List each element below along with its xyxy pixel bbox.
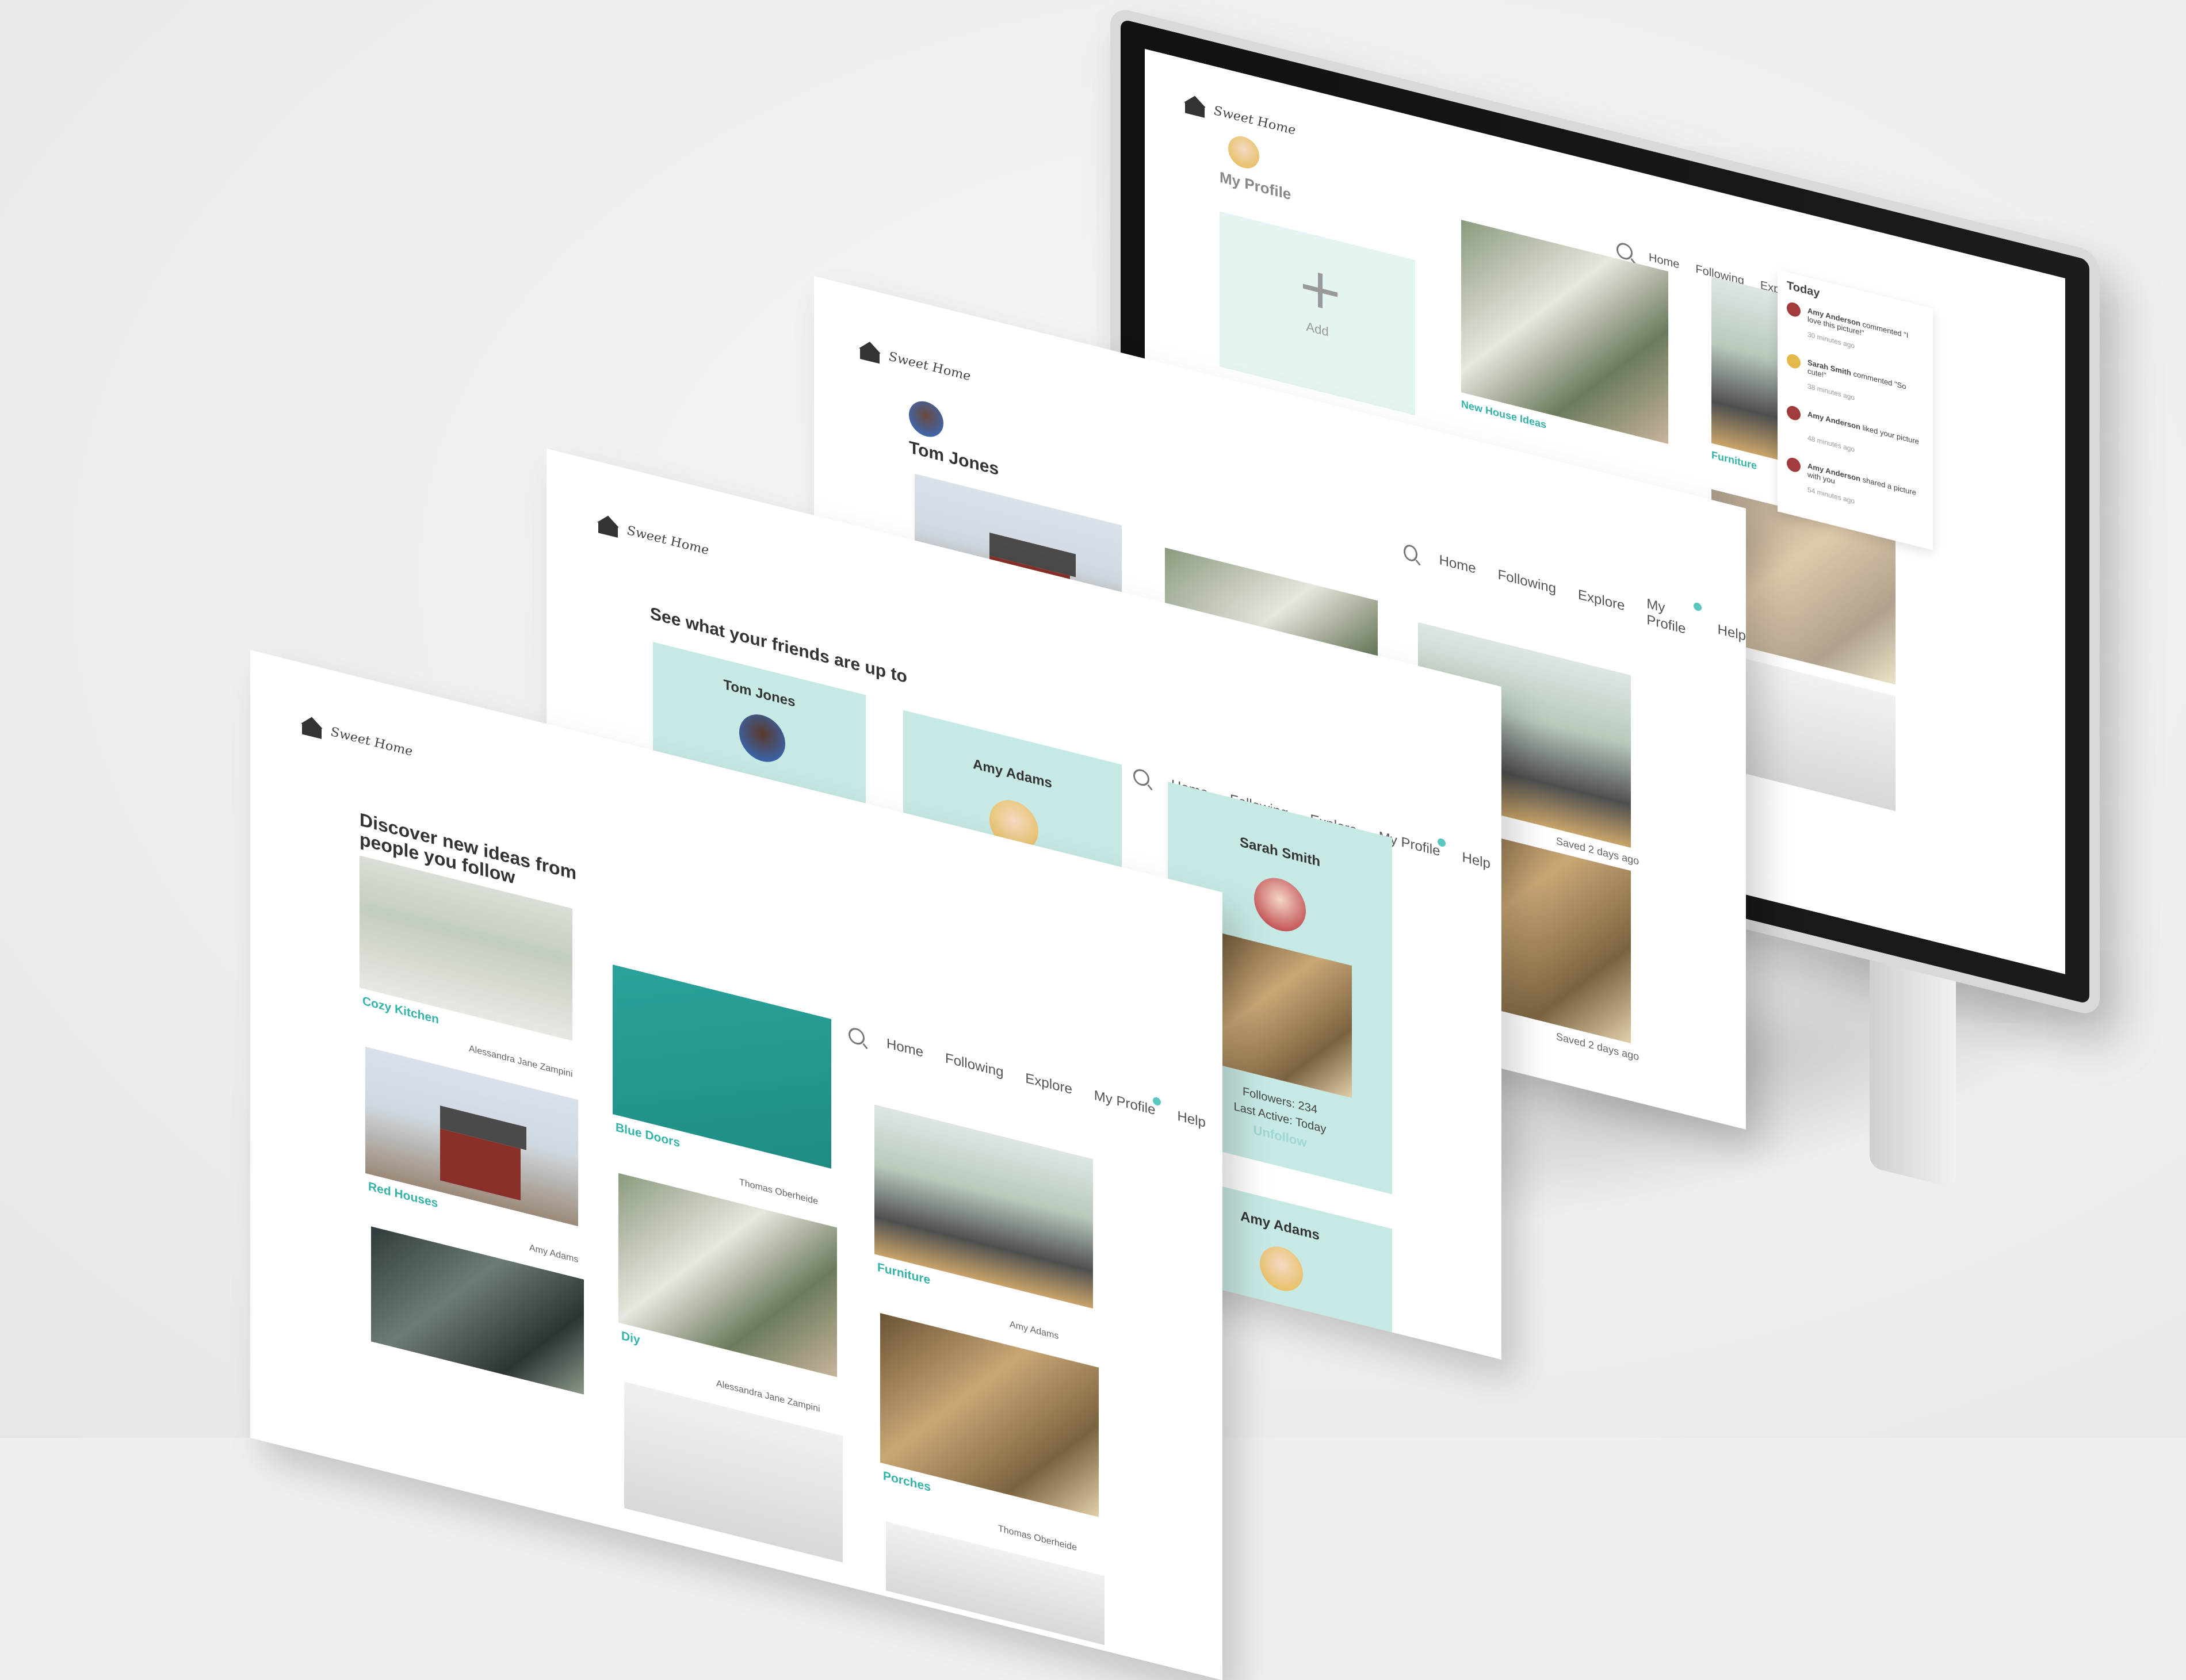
profile-avatar[interactable] [909, 397, 943, 441]
avatar [1787, 301, 1801, 319]
notification-text: liked your picture [1862, 423, 1919, 446]
logo[interactable]: Sweet Home [860, 339, 970, 386]
brand-name: Sweet Home [1214, 103, 1296, 138]
nav-following[interactable]: Following [1498, 567, 1556, 597]
search-icon[interactable] [849, 1026, 865, 1047]
notification-time: 48 minutes ago [1807, 434, 1855, 454]
friend-pins-preview [1208, 929, 1352, 1099]
profile-title: My Profile [1220, 168, 1291, 204]
pin-image[interactable] [886, 1521, 1105, 1645]
notification-item[interactable]: Amy Anderson commented "I love this pict… [1807, 306, 1923, 352]
pin-caption[interactable]: Diy [621, 1329, 640, 1348]
pin-author[interactable]: Amy Adams [529, 1243, 578, 1265]
brand-name: Sweet Home [627, 523, 709, 558]
avatar [1260, 1242, 1303, 1296]
logo[interactable]: Sweet Home [1185, 93, 1295, 140]
logo[interactable]: Sweet Home [598, 513, 709, 560]
house-logo-icon [598, 513, 618, 537]
monitor-stand [1870, 960, 1956, 1189]
brand-name: Sweet Home [889, 349, 971, 384]
notifications-heading: Today [1787, 279, 1820, 300]
house-logo-icon [1185, 93, 1205, 117]
pin-author[interactable]: Amy Adams [1010, 1319, 1058, 1342]
search-icon[interactable] [1404, 543, 1417, 563]
pin-author[interactable]: Alessandra Jane Zampini [469, 1044, 573, 1080]
nav-explore[interactable]: Explore [1578, 587, 1625, 614]
notification-user: Amy Anderson [1807, 410, 1860, 432]
plus-icon-vertical [1318, 273, 1323, 309]
notification-item[interactable]: Sarah Smith commented "So cute!" [1807, 358, 1923, 404]
nav-home[interactable]: Home [1439, 552, 1476, 577]
brand-name: Sweet Home [331, 724, 413, 759]
nav-my-profile-label: My Profile [1646, 595, 1686, 637]
search-icon[interactable] [1133, 767, 1149, 788]
nav-following[interactable]: Following [945, 1050, 1003, 1081]
friend-name: Amy Adams [973, 756, 1052, 792]
notifications-dropdown: Today Amy Anderson commented "I love thi… [1778, 270, 1933, 550]
house-logo-icon [302, 714, 322, 738]
notification-badge [1693, 602, 1702, 612]
nav-help[interactable]: Help [1718, 622, 1746, 645]
search-icon[interactable] [1616, 241, 1633, 262]
avatar [739, 709, 785, 767]
nav-my-profile[interactable]: My Profile [1094, 1087, 1161, 1119]
nav-my-profile[interactable]: My Profile [1646, 595, 1702, 640]
nav-help[interactable]: Help [1462, 849, 1490, 872]
avatar [1254, 872, 1306, 937]
avatar [1787, 456, 1801, 474]
logo[interactable]: Sweet Home [302, 714, 412, 761]
nav-explore[interactable]: Explore [1025, 1070, 1072, 1098]
pin-author[interactable]: Thomas Oberheide [998, 1524, 1077, 1553]
nav-home[interactable]: Home [886, 1036, 923, 1061]
nav-my-profile-label: My Profile [1094, 1087, 1156, 1119]
avatar [1787, 404, 1801, 422]
avatar [1787, 353, 1801, 370]
nav-help[interactable]: Help [1177, 1108, 1205, 1131]
add-label: Add [1306, 319, 1329, 339]
house-logo-icon [860, 339, 880, 363]
pin-author[interactable]: Thomas Oberheide [739, 1177, 818, 1207]
tile-image[interactable] [1711, 276, 1780, 461]
profile-avatar[interactable] [1228, 133, 1259, 172]
notification-item[interactable]: Amy Anderson shared a picture with you [1807, 461, 1923, 507]
profile-name: Tom Jones [909, 438, 999, 480]
